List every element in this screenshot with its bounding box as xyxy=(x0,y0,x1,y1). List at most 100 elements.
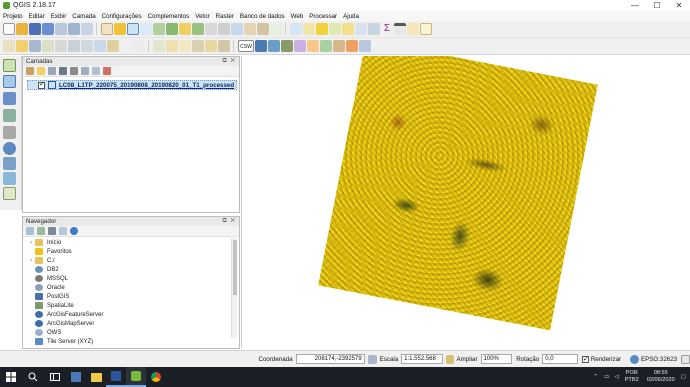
print-composer-icon[interactable] xyxy=(55,23,67,35)
browser-item[interactable]: Favoritos xyxy=(27,247,231,256)
browser-item[interactable]: SpatiaLite xyxy=(27,301,231,310)
current-edits-icon[interactable] xyxy=(3,40,15,52)
properties-info-icon[interactable] xyxy=(70,227,78,235)
taskbar-app-qgis[interactable] xyxy=(126,367,146,387)
remove-layer-icon[interactable] xyxy=(103,67,111,75)
layer-name[interactable]: LC08_L1TP_220075_20190808_20190820_01_T1… xyxy=(59,82,234,89)
browser-item[interactable]: › Início xyxy=(27,238,231,247)
maximize-button[interactable]: ☐ xyxy=(646,0,668,11)
layer-styling-icon[interactable] xyxy=(307,40,319,52)
network-icon[interactable]: ▭ xyxy=(604,374,609,380)
menu-configuracoes[interactable]: Configurações xyxy=(99,13,145,20)
add-spatialite-layer-icon[interactable] xyxy=(3,109,16,122)
render-checkbox[interactable]: ✓ xyxy=(581,355,589,363)
notifications-icon[interactable]: ▢ xyxy=(681,374,686,380)
map-canvas[interactable] xyxy=(241,56,690,348)
scale-field[interactable]: 1:1.552.568 xyxy=(401,354,443,364)
browser-item[interactable]: › C:/ xyxy=(27,256,231,265)
taskbar-app-word[interactable] xyxy=(106,367,126,387)
save-as-icon[interactable] xyxy=(42,23,54,35)
delete-selected-icon[interactable] xyxy=(68,40,80,52)
menu-processar[interactable]: Processar xyxy=(306,13,340,20)
new-map-view-icon[interactable] xyxy=(231,23,243,35)
identify-icon[interactable] xyxy=(290,23,302,35)
deselect-icon[interactable] xyxy=(342,23,354,35)
paste-features-icon[interactable] xyxy=(107,40,119,52)
language-indicator[interactable]: POR PTB2 xyxy=(625,370,639,384)
crs-globe-icon[interactable] xyxy=(630,354,639,364)
pan-hand-icon[interactable] xyxy=(101,23,113,35)
menu-ajuda[interactable]: Ajuda xyxy=(340,13,362,20)
refresh-icon[interactable] xyxy=(37,227,45,235)
layer-row[interactable]: LC08_L1TP_220075_20190808_20190820_01_T1… xyxy=(27,80,237,90)
toggle-extents-icon[interactable] xyxy=(367,354,377,364)
new-bookmark-icon[interactable] xyxy=(244,23,256,35)
composer-manager-icon[interactable] xyxy=(68,23,80,35)
label-show-hide-icon[interactable] xyxy=(179,40,191,52)
plugin-manager-icon[interactable] xyxy=(268,40,280,52)
filter-legend-icon[interactable] xyxy=(59,67,67,75)
browser-item[interactable]: OWS xyxy=(27,328,231,337)
manage-map-themes-icon[interactable] xyxy=(48,67,56,75)
undo-icon[interactable] xyxy=(120,40,132,52)
select-features-icon[interactable] xyxy=(316,23,328,35)
browser-item[interactable]: PostGIS xyxy=(27,292,231,301)
zoom-actual-size-icon[interactable] xyxy=(153,23,165,35)
taskbar-app-pinned[interactable] xyxy=(66,367,86,387)
layer-visibility-checkbox[interactable] xyxy=(38,80,45,89)
rotation-field[interactable]: 0,0 xyxy=(542,354,578,364)
attribute-table-icon[interactable] xyxy=(355,23,367,35)
add-feature-icon[interactable] xyxy=(42,40,54,52)
raster-calculator-icon[interactable] xyxy=(281,40,293,52)
menu-vetor[interactable]: Vetor xyxy=(192,13,212,20)
clock[interactable]: 08:55 02/06/2020 xyxy=(647,370,675,384)
processing-toolbox-icon[interactable] xyxy=(294,40,306,52)
add-delimited-text-icon[interactable] xyxy=(3,187,16,200)
add-wfs-layer-icon[interactable] xyxy=(3,172,16,185)
csw-icon[interactable]: CSW xyxy=(238,40,254,52)
browser-item[interactable]: ArcGisFeatureServer xyxy=(27,310,231,319)
menu-projeto[interactable]: Projeto xyxy=(0,13,26,20)
open-project-icon[interactable] xyxy=(16,23,28,35)
add-selected-layers-icon[interactable] xyxy=(26,227,34,235)
start-button[interactable] xyxy=(0,367,22,387)
map-tips-icon[interactable] xyxy=(407,23,419,35)
label-rotate-icon[interactable] xyxy=(205,40,217,52)
task-view-button[interactable] xyxy=(44,367,66,387)
python-console-icon[interactable] xyxy=(255,40,267,52)
menu-web[interactable]: Web xyxy=(288,13,307,20)
new-project-icon[interactable] xyxy=(3,23,15,35)
taskbar-app-chrome[interactable] xyxy=(146,367,166,387)
browser-item[interactable]: DB2 xyxy=(27,265,231,274)
save-edits-icon[interactable] xyxy=(29,40,41,52)
toggle-editing-icon[interactable] xyxy=(16,40,28,52)
field-calculator-icon[interactable] xyxy=(368,23,380,35)
panel-float-close-controls[interactable]: ⧉ ✕ xyxy=(222,58,236,65)
heatmap-icon[interactable] xyxy=(346,40,358,52)
show-hidden-icons-icon[interactable]: ⌃ xyxy=(593,374,598,380)
pan-to-selection-icon[interactable] xyxy=(114,23,126,35)
cut-features-icon[interactable] xyxy=(81,40,93,52)
add-raster-layer-icon[interactable] xyxy=(3,75,16,88)
redo-icon[interactable] xyxy=(133,40,145,52)
collapse-all-icon[interactable] xyxy=(92,67,100,75)
collapse-all-icon[interactable] xyxy=(59,227,67,235)
crs-status[interactable]: EPSG:32623 xyxy=(641,356,677,363)
coordinate-field[interactable]: 208174,-2392579 xyxy=(295,354,365,364)
taskbar-app-explorer[interactable] xyxy=(86,367,106,387)
measure-icon[interactable] xyxy=(394,23,406,35)
zoom-next-icon[interactable] xyxy=(218,23,230,35)
label-change-icon[interactable] xyxy=(218,40,230,52)
composer-list-icon[interactable] xyxy=(81,23,93,35)
filter-icon[interactable] xyxy=(48,227,56,235)
refresh-icon[interactable] xyxy=(270,23,282,35)
node-tool-icon[interactable] xyxy=(55,40,67,52)
run-action-icon[interactable] xyxy=(303,23,315,35)
style-icon[interactable] xyxy=(26,67,34,75)
zoom-full-icon[interactable] xyxy=(166,23,178,35)
close-button[interactable]: ✕ xyxy=(668,0,690,11)
menu-complementos[interactable]: Complementos xyxy=(145,13,193,20)
add-mssql-layer-icon[interactable] xyxy=(3,126,16,139)
label-toolbar-icon[interactable] xyxy=(153,40,165,52)
volume-icon[interactable]: ◁ xyxy=(614,374,618,380)
